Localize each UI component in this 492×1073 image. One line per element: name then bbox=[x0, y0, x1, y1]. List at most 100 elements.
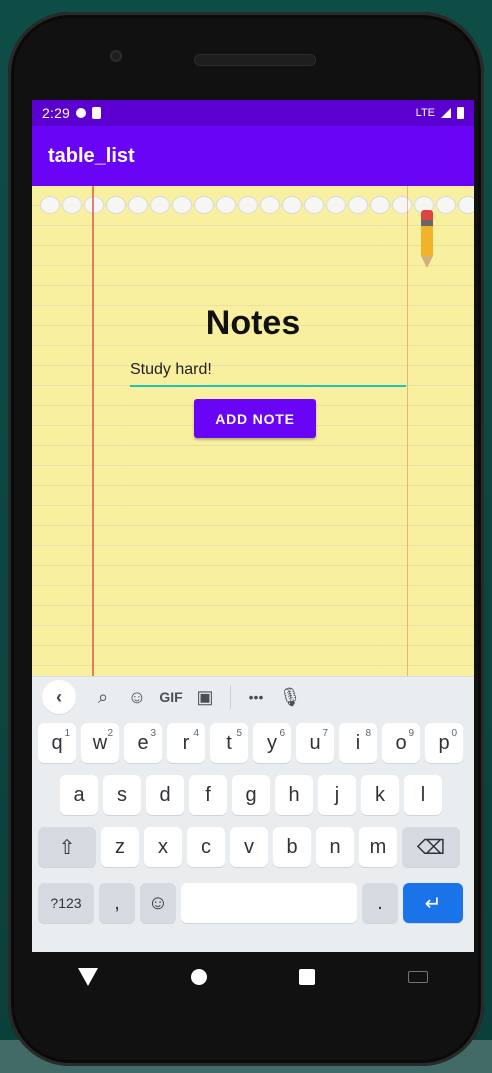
key-number: 7 bbox=[322, 728, 328, 739]
recent-apps-icon[interactable] bbox=[299, 969, 316, 985]
paper-hole bbox=[436, 196, 456, 214]
paper-hole bbox=[260, 196, 280, 214]
keyboard-row-2: a s d f g h j k l bbox=[32, 775, 474, 819]
paper-hole bbox=[326, 196, 346, 214]
key-h[interactable]: h bbox=[275, 775, 313, 815]
app-bar: table_list bbox=[32, 126, 474, 186]
notebook-paper bbox=[32, 186, 474, 706]
keyboard-toolbar: ‹ ⌕ ☺ GIF ▣ ••• 🎙 bbox=[32, 677, 474, 717]
emoji-icon[interactable]: ☺ bbox=[140, 883, 176, 923]
key-w[interactable]: w 2 bbox=[81, 723, 119, 763]
keyboard-switcher-icon[interactable] bbox=[407, 971, 428, 983]
key-number: 5 bbox=[236, 728, 242, 739]
key-number: 9 bbox=[408, 728, 414, 739]
key-r[interactable]: r 4 bbox=[167, 723, 205, 763]
key-i[interactable]: i 8 bbox=[339, 723, 377, 763]
note-input[interactable] bbox=[130, 355, 406, 385]
key-number: 0 bbox=[451, 728, 457, 739]
key-label: e bbox=[137, 731, 149, 754]
paper-hole bbox=[62, 196, 82, 214]
key-label: y bbox=[267, 731, 277, 754]
symbols-key[interactable]: ?123 bbox=[38, 883, 94, 923]
paper-hole bbox=[106, 196, 126, 214]
key-b[interactable]: b bbox=[273, 827, 311, 867]
notes-heading: Notes bbox=[205, 304, 301, 342]
shift-icon[interactable]: ⇧ bbox=[38, 827, 96, 867]
network-type: LTE bbox=[415, 107, 435, 119]
comma-key[interactable]: , bbox=[99, 883, 135, 923]
on-screen-keyboard: ‹ ⌕ ☺ GIF ▣ ••• 🎙 q 1 w 2 e 3 r 4 t 5 y … bbox=[32, 676, 474, 952]
more-options-button[interactable]: ••• bbox=[239, 680, 273, 714]
key-label: r bbox=[182, 731, 190, 754]
clipboard-icon[interactable]: ▣ bbox=[188, 680, 222, 714]
status-left: 2:29 bbox=[42, 105, 102, 121]
key-o[interactable]: o 9 bbox=[382, 723, 420, 763]
key-p[interactable]: p 0 bbox=[425, 723, 463, 763]
note-input-container[interactable] bbox=[130, 355, 406, 387]
home-icon[interactable] bbox=[190, 969, 207, 985]
paper-hole bbox=[194, 196, 214, 214]
key-number: 4 bbox=[193, 728, 199, 739]
key-l[interactable]: l bbox=[404, 775, 442, 815]
phone-frame: 2:29 LTE table_list Notes Study hard! AD… bbox=[8, 12, 484, 1066]
add-note-button[interactable]: ADD NOTE bbox=[194, 399, 316, 438]
search-icon[interactable]: ⌕ bbox=[86, 680, 120, 714]
keyboard-row-3: ⇧ z x c v b n m ⌫ bbox=[32, 827, 474, 871]
key-y[interactable]: y 6 bbox=[253, 723, 291, 763]
keyboard-row-4: ?123 , ☺ . ↵ bbox=[32, 883, 474, 927]
key-number: 3 bbox=[150, 728, 156, 739]
back-icon[interactable] bbox=[78, 968, 99, 986]
paper-hole bbox=[458, 196, 474, 214]
key-u[interactable]: u 7 bbox=[296, 723, 334, 763]
backspace-icon[interactable]: ⌫ bbox=[402, 827, 460, 867]
key-n[interactable]: n bbox=[316, 827, 354, 867]
paper-hole bbox=[392, 196, 412, 214]
top-bezel bbox=[8, 12, 484, 108]
key-label: o bbox=[395, 731, 407, 754]
key-a[interactable]: a bbox=[60, 775, 98, 815]
gif-button[interactable]: GIF bbox=[154, 680, 188, 714]
navigation-bar bbox=[32, 952, 474, 1002]
signal-icon bbox=[441, 108, 451, 118]
pencil-icon bbox=[421, 210, 433, 268]
key-m[interactable]: m bbox=[359, 827, 397, 867]
key-label: p bbox=[438, 731, 450, 754]
enter-icon[interactable]: ↵ bbox=[403, 883, 463, 923]
paper-hole bbox=[150, 196, 170, 214]
paper-hole bbox=[304, 196, 324, 214]
period-key[interactable]: . bbox=[362, 883, 398, 923]
sticker-icon[interactable]: ☺ bbox=[120, 680, 154, 714]
key-e[interactable]: e 3 bbox=[124, 723, 162, 763]
key-label: i bbox=[355, 731, 361, 754]
key-j[interactable]: j bbox=[318, 775, 356, 815]
key-g[interactable]: g bbox=[232, 775, 270, 815]
key-f[interactable]: f bbox=[189, 775, 227, 815]
key-label: w bbox=[92, 731, 108, 754]
paper-hole bbox=[282, 196, 302, 214]
paper-hole bbox=[84, 196, 104, 214]
key-q[interactable]: q 1 bbox=[38, 723, 76, 763]
key-z[interactable]: z bbox=[101, 827, 139, 867]
keyboard-back-icon[interactable]: ‹ bbox=[42, 680, 76, 714]
key-c[interactable]: c bbox=[187, 827, 225, 867]
status-time: 2:29 bbox=[42, 105, 71, 121]
paper-hole bbox=[40, 196, 60, 214]
paper-hole bbox=[348, 196, 368, 214]
pencil-tip bbox=[421, 256, 433, 268]
space-bar[interactable] bbox=[181, 883, 357, 923]
key-k[interactable]: k bbox=[361, 775, 399, 815]
app-title: table_list bbox=[48, 144, 135, 167]
key-x[interactable]: x bbox=[144, 827, 182, 867]
front-camera bbox=[110, 50, 122, 62]
key-number: 2 bbox=[107, 728, 113, 739]
key-v[interactable]: v bbox=[230, 827, 268, 867]
mic-icon[interactable]: 🎙 bbox=[273, 680, 307, 714]
key-s[interactable]: s bbox=[103, 775, 141, 815]
paper-hole bbox=[238, 196, 258, 214]
pencil-body bbox=[421, 226, 433, 256]
key-t[interactable]: t 5 bbox=[210, 723, 248, 763]
paper-hole bbox=[128, 196, 148, 214]
status-bar: 2:29 LTE bbox=[32, 100, 474, 126]
key-label: t bbox=[226, 731, 232, 754]
key-d[interactable]: d bbox=[146, 775, 184, 815]
